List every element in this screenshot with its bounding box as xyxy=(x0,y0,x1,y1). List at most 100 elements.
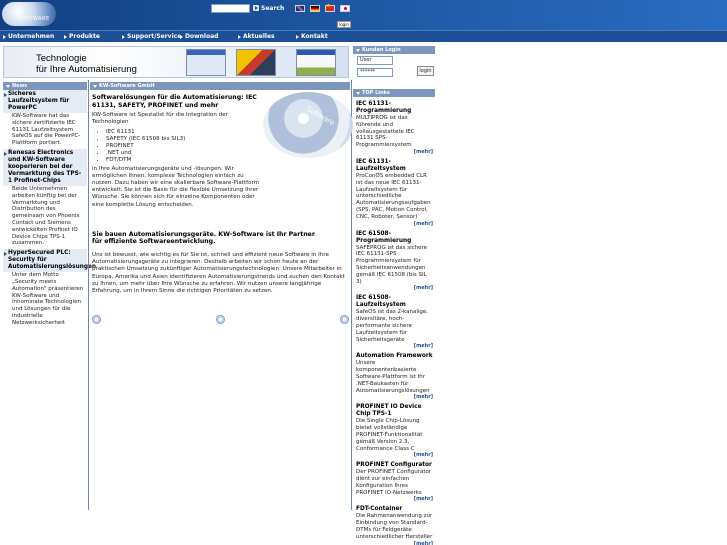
header-login-button[interactable]: login xyxy=(337,21,351,28)
top-link-text: SAFEPROG ist das sichere IEC 61131-SPS P… xyxy=(356,244,428,285)
top-link-title[interactable]: PROFINET Configurator xyxy=(353,462,435,469)
top-link-title[interactable]: IEC 61508-Laufzeitsystem xyxy=(353,295,435,309)
center-heading-bar: KW-Software GmbH xyxy=(90,82,350,90)
triangle-right-icon xyxy=(64,34,67,39)
login-heading-label: Kunden Login xyxy=(362,47,401,53)
page: SOFTWARE Search login Unternehmen Produk… xyxy=(0,0,727,545)
nav-item-unternehmen[interactable]: Unternehmen xyxy=(0,31,60,42)
center-heading-label: KW-Software GmbH xyxy=(99,83,155,89)
list-item: SAFETY (IEC 61508 bis SIL3) xyxy=(106,136,348,143)
banner-line-2: für Ihre Automatisierung xyxy=(36,64,137,75)
top-link-title[interactable]: IEC 61508-Programmierung xyxy=(353,231,435,245)
nav-item-produkte[interactable]: Produkte xyxy=(61,31,119,42)
right-column: Kunden Login User ****** login TOP Links… xyxy=(353,46,435,545)
section-intro: KW-Software ist Spezialist für die Integ… xyxy=(92,112,228,126)
username-field[interactable]: User xyxy=(357,56,393,65)
login-button[interactable]: login xyxy=(417,66,434,76)
nav-item-support[interactable]: Support/Service xyxy=(119,31,181,42)
section-title: Softwarelösungen für die Automatisierung… xyxy=(92,94,257,109)
top-link-text: MULTIPROG ist das führende und vollausge… xyxy=(356,115,415,149)
hero-banner: Technologie für Ihre Automatisierung xyxy=(3,46,349,78)
triangle-down-icon xyxy=(93,84,97,88)
more-link[interactable]: [mehr] xyxy=(353,149,435,155)
search-input[interactable] xyxy=(211,4,250,13)
news-item-title[interactable]: Sicheres Laufzeitsystem für PowerPC xyxy=(3,90,87,113)
banner-line-1: Technologie xyxy=(36,53,87,64)
flag-uk-icon[interactable] xyxy=(295,5,305,12)
triangle-right-icon xyxy=(3,34,6,39)
main-nav: Unternehmen Produkte Support/Service Dow… xyxy=(0,30,727,42)
top-link-text: SafeOS ist das 2-kanalige, diversitäre, … xyxy=(356,309,429,343)
search-button[interactable]: Search xyxy=(253,3,284,13)
page-back-icon[interactable] xyxy=(92,315,101,324)
search-label: Search xyxy=(261,4,285,12)
news-item-text: Beide Unternehmen arbeiten künftig bei d… xyxy=(12,185,80,247)
nav-label: Download xyxy=(185,33,219,40)
more-link[interactable]: [mehr] xyxy=(353,285,435,291)
more-link[interactable]: [mehr] xyxy=(353,452,435,458)
nav-label: Produkte xyxy=(69,33,100,40)
more-link[interactable]: [mehr] xyxy=(353,343,435,349)
top-link-title[interactable]: Automation Framework xyxy=(353,353,435,360)
top-link-title[interactable]: IEC 61131-Programmierung xyxy=(353,101,435,115)
company-logo[interactable]: SOFTWARE xyxy=(2,2,56,26)
list-item: IEC 61131 xyxy=(106,129,348,136)
news-item-title[interactable]: HyperSecured PLC: Security für Automatis… xyxy=(3,249,96,273)
column-divider xyxy=(88,80,89,510)
arrow-right-icon xyxy=(253,5,259,11)
top-link-title[interactable]: IEC 61131-Laufzeitsystem xyxy=(353,159,435,173)
flag-germany-icon[interactable] xyxy=(310,5,320,12)
login-form: User ****** login xyxy=(353,54,435,86)
more-link[interactable]: [mehr] xyxy=(353,541,435,545)
top-links-heading: TOP Links xyxy=(353,89,435,97)
nav-item-kontakt[interactable]: Kontakt xyxy=(293,31,351,42)
top-link-title[interactable]: PROFINET IO Device Chip TPS-1 xyxy=(353,404,435,418)
news-item-title[interactable]: Renesas Electronics und KW-Software koop… xyxy=(3,148,87,186)
nav-label: Support/Service xyxy=(127,33,182,40)
login-heading: Kunden Login xyxy=(353,46,435,54)
news-heading-label: News xyxy=(12,83,28,89)
triangle-down-icon xyxy=(6,84,10,88)
section-paragraph: Uns ist bewusst, wie wichtig es für Sie … xyxy=(92,252,345,295)
triangle-right-icon xyxy=(296,34,299,39)
nav-label: Kontakt xyxy=(301,33,328,40)
news-heading: News xyxy=(3,82,87,90)
technology-list: IEC 61131 SAFETY (IEC 61508 bis SIL3) PR… xyxy=(106,129,348,164)
top-link-text: Die Single Chip-Lösung bietet vollständi… xyxy=(356,418,423,452)
flag-japan-icon[interactable] xyxy=(340,5,350,12)
nav-label: Aktuelles xyxy=(243,33,275,40)
page-forward-icon[interactable] xyxy=(340,315,349,324)
nav-item-download[interactable]: Download xyxy=(177,31,235,42)
list-item: PROFINET xyxy=(106,143,348,150)
nav-label: Unternehmen xyxy=(8,33,55,40)
section-paragraph: in Ihre Automatisierungsgeräte und -lösu… xyxy=(92,165,260,208)
flag-china-icon[interactable] xyxy=(325,3,335,12)
password-field[interactable]: ****** xyxy=(357,68,393,77)
nav-item-aktuelles[interactable]: Aktuelles xyxy=(235,31,293,42)
triangle-right-icon xyxy=(122,34,125,39)
page-top-icon[interactable] xyxy=(216,315,225,324)
more-link[interactable]: [mehr] xyxy=(353,394,435,400)
header-bar: SOFTWARE Search login xyxy=(0,0,727,30)
center-content: Softwarelösungen für die Automatisierung… xyxy=(92,92,348,295)
news-item-text: KW-Software hat das sichere zertifiziert… xyxy=(12,113,81,147)
top-links: TOP Links IEC 61131-Programmierung MULTI… xyxy=(353,89,435,545)
top-link-text: Unsere komponentenbasierte Software-Plat… xyxy=(356,360,430,394)
news-item-text: Unter dem Motto „Security meets Automati… xyxy=(12,272,84,326)
triangle-down-icon xyxy=(356,48,360,52)
more-link[interactable]: [mehr] xyxy=(353,221,435,227)
top-link-title[interactable]: FDT-Container xyxy=(353,506,435,513)
top-links-heading-label: TOP Links xyxy=(362,90,390,96)
top-link-text: Die Rahmenanwendung zur Einbindung von S… xyxy=(356,513,433,540)
triangle-down-icon xyxy=(356,91,360,95)
more-link[interactable]: [mehr] xyxy=(353,496,435,502)
news-column: News Sicheres Laufzeitsystem für PowerPC… xyxy=(3,82,96,329)
banner-screenshot xyxy=(236,49,276,76)
banner-screenshot xyxy=(296,49,336,76)
center-heading: KW-Software GmbH xyxy=(90,82,350,90)
section-title: Sie bauen Automatisierungsgeräte. KW-Sof… xyxy=(92,230,315,246)
top-link-text: ProConOS embedded CLR ist das neue IEC 6… xyxy=(356,172,431,220)
top-link-text: Der PROFINET Configurator dient zur einf… xyxy=(356,469,432,496)
triangle-right-icon xyxy=(180,34,183,39)
logo-text: SOFTWARE xyxy=(18,16,50,22)
